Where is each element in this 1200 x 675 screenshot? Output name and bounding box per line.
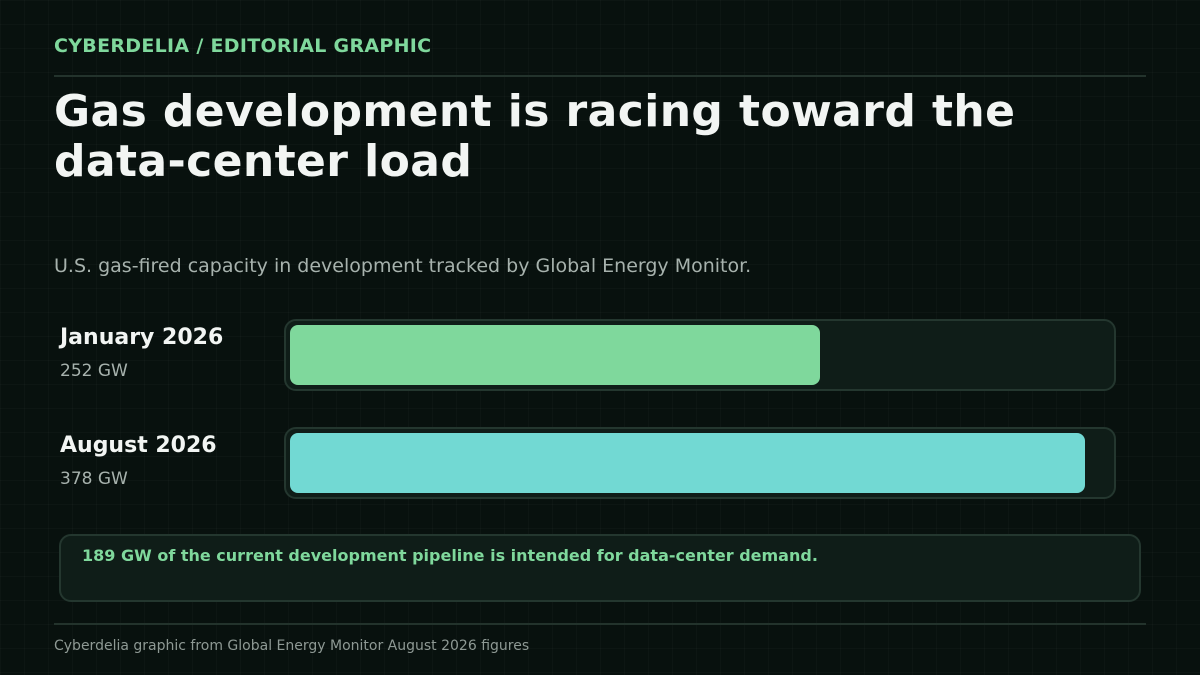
bottom-divider — [54, 623, 1146, 625]
callout-box: 189 GW of the current development pipeli… — [59, 534, 1141, 602]
top-divider — [54, 75, 1146, 77]
subtitle: U.S. gas-fired capacity in development t… — [54, 255, 752, 277]
bar-fill-august — [290, 433, 1085, 493]
bar-value-january: 252 GW — [60, 361, 128, 381]
bar-label-august: August 2026 — [60, 433, 217, 458]
bar-track-january — [284, 319, 1116, 391]
bar-fill-january — [290, 325, 820, 385]
bar-label-january: January 2026 — [60, 325, 224, 350]
callout-text: 189 GW of the current development pipeli… — [82, 546, 818, 565]
headline: Gas development is racing toward the dat… — [54, 86, 1016, 187]
bar-value-august: 378 GW — [60, 469, 128, 489]
bar-row-january: January 2026 252 GW — [0, 319, 1200, 391]
kicker: CYBERDELIA / EDITORIAL GRAPHIC — [54, 35, 432, 57]
bar-track-august — [284, 427, 1116, 499]
source-credit: Cyberdelia graphic from Global Energy Mo… — [54, 638, 530, 654]
bar-row-august: August 2026 378 GW — [0, 427, 1200, 499]
